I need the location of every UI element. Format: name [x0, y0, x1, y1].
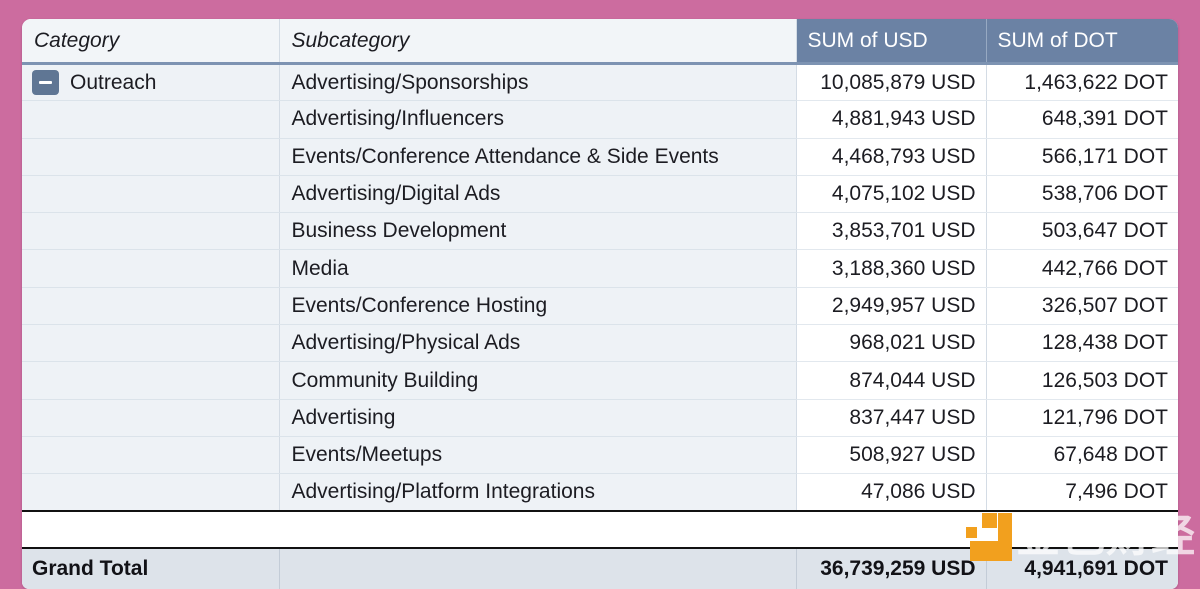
header-row: Category Subcategory SUM of USD SUM of D…	[22, 19, 1178, 64]
cell-category	[22, 436, 279, 473]
cell-subcategory: Advertising	[279, 399, 796, 436]
cell-sum-dot: 67,648 DOT	[986, 436, 1178, 473]
table-row: Advertising/Physical Ads 968,021 USD 128…	[22, 325, 1178, 362]
pivot-table-body: Outreach Advertising/Sponsorships 10,085…	[22, 64, 1178, 589]
table-row: Events/Conference Hosting 2,949,957 USD …	[22, 287, 1178, 324]
cell-sum-usd: 837,447 USD	[796, 399, 986, 436]
cell-sum-usd: 2,949,957 USD	[796, 287, 986, 324]
column-header-sum-of-usd[interactable]: SUM of USD	[796, 19, 986, 64]
cell-category	[22, 474, 279, 511]
cell-sum-dot: 503,647 DOT	[986, 213, 1178, 250]
cell-category	[22, 287, 279, 324]
column-header-subcategory[interactable]: Subcategory	[279, 19, 796, 64]
cell-sum-dot: 7,496 DOT	[986, 474, 1178, 511]
cell-sum-dot: 128,438 DOT	[986, 325, 1178, 362]
cell-subcategory: Advertising/Physical Ads	[279, 325, 796, 362]
table-row: Business Development 3,853,701 USD 503,6…	[22, 213, 1178, 250]
column-header-sum-of-dot[interactable]: SUM of DOT	[986, 19, 1178, 64]
cell-sum-usd: 874,044 USD	[796, 362, 986, 399]
minus-icon[interactable]	[32, 70, 59, 95]
table-row: Outreach Advertising/Sponsorships 10,085…	[22, 64, 1178, 101]
table-row: Advertising/Digital Ads 4,075,102 USD 53…	[22, 175, 1178, 212]
cell-category	[22, 325, 279, 362]
cell-sum-usd: 3,188,360 USD	[796, 250, 986, 287]
cell-category	[22, 250, 279, 287]
cell-subcategory: Advertising/Platform Integrations	[279, 474, 796, 511]
cell-sum-dot: 326,507 DOT	[986, 287, 1178, 324]
cell-sum-usd: 4,881,943 USD	[796, 101, 986, 138]
pivot-table: Category Subcategory SUM of USD SUM of D…	[22, 19, 1178, 589]
grand-total-row: Grand Total 36,739,259 USD 4,941,691 DOT	[22, 548, 1178, 589]
separator-cell	[22, 511, 279, 548]
cell-subcategory: Events/Conference Attendance & Side Even…	[279, 138, 796, 175]
grand-total-subcategory	[279, 548, 796, 589]
group-label-outreach: Outreach	[70, 71, 156, 95]
grand-total-sum-usd: 36,739,259 USD	[796, 548, 986, 589]
cell-subcategory: Advertising/Influencers	[279, 101, 796, 138]
table-row: Advertising/Platform Integrations 47,086…	[22, 474, 1178, 511]
table-row: Events/Conference Attendance & Side Even…	[22, 138, 1178, 175]
cell-sum-dot: 121,796 DOT	[986, 399, 1178, 436]
cell-subcategory: Events/Meetups	[279, 436, 796, 473]
cell-subcategory: Advertising/Digital Ads	[279, 175, 796, 212]
grand-total-separator	[22, 511, 1178, 548]
table-row: Community Building 874,044 USD 126,503 D…	[22, 362, 1178, 399]
cell-sum-dot: 442,766 DOT	[986, 250, 1178, 287]
cell-sum-usd: 508,927 USD	[796, 436, 986, 473]
cell-sum-dot: 648,391 DOT	[986, 101, 1178, 138]
cell-category	[22, 362, 279, 399]
cell-subcategory: Events/Conference Hosting	[279, 287, 796, 324]
cell-sum-dot: 566,171 DOT	[986, 138, 1178, 175]
cell-category	[22, 138, 279, 175]
table-row: Media 3,188,360 USD 442,766 DOT	[22, 250, 1178, 287]
separator-cell	[279, 511, 796, 548]
column-header-category[interactable]: Category	[22, 19, 279, 64]
cell-sum-usd: 10,085,879 USD	[796, 64, 986, 101]
cell-sum-usd: 47,086 USD	[796, 474, 986, 511]
cell-sum-dot: 126,503 DOT	[986, 362, 1178, 399]
table-row: Events/Meetups 508,927 USD 67,648 DOT	[22, 436, 1178, 473]
cell-category	[22, 213, 279, 250]
cell-category: Outreach	[22, 64, 279, 101]
cell-sum-dot: 1,463,622 DOT	[986, 64, 1178, 101]
grand-total-sum-dot: 4,941,691 DOT	[986, 548, 1178, 589]
cell-subcategory: Advertising/Sponsorships	[279, 64, 796, 101]
separator-cell	[986, 511, 1178, 548]
cell-category	[22, 101, 279, 138]
separator-cell	[796, 511, 986, 548]
pivot-table-header: Category Subcategory SUM of USD SUM of D…	[22, 19, 1178, 64]
cell-subcategory: Community Building	[279, 362, 796, 399]
cell-subcategory: Media	[279, 250, 796, 287]
cell-sum-dot: 538,706 DOT	[986, 175, 1178, 212]
cell-category	[22, 399, 279, 436]
table-row: Advertising 837,447 USD 121,796 DOT	[22, 399, 1178, 436]
screenshot-root: Category Subcategory SUM of USD SUM of D…	[0, 0, 1200, 573]
cell-category	[22, 175, 279, 212]
cell-subcategory: Business Development	[279, 213, 796, 250]
grand-total-label: Grand Total	[22, 548, 279, 589]
minus-glyph	[39, 81, 52, 84]
cell-sum-usd: 968,021 USD	[796, 325, 986, 362]
table-row: Advertising/Influencers 4,881,943 USD 64…	[22, 101, 1178, 138]
cell-sum-usd: 4,075,102 USD	[796, 175, 986, 212]
cell-sum-usd: 3,853,701 USD	[796, 213, 986, 250]
cell-sum-usd: 4,468,793 USD	[796, 138, 986, 175]
